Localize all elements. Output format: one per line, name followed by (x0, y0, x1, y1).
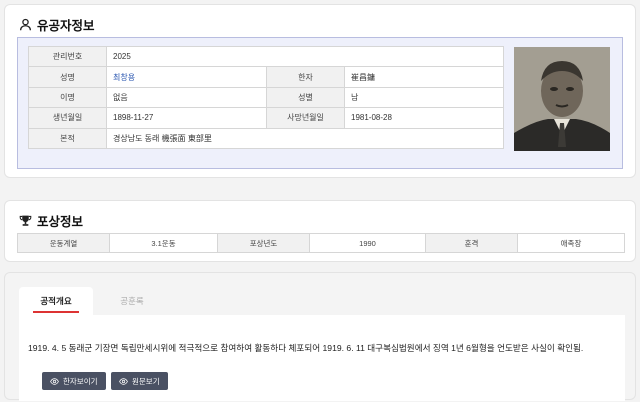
label-id: 관리번호 (28, 45, 107, 68)
value-gender: 남 (344, 86, 504, 109)
value-decoration: 애족장 (517, 233, 625, 253)
table-row: 본적 경상남도 동래 機張面 東部里 (28, 127, 504, 149)
label-movement: 운동계열 (17, 233, 110, 253)
label-decoration: 훈격 (425, 233, 518, 253)
label-gender: 성별 (266, 86, 345, 109)
label-award-year: 포상년도 (217, 233, 310, 253)
merit-tabs: 공적개요 공훈록 (19, 287, 625, 315)
view-original-label: 원문보기 (132, 376, 160, 386)
label-death: 사망년월일 (266, 107, 345, 129)
value-hanja: 崔昌鏞 (344, 66, 504, 88)
person-icon (19, 18, 32, 31)
value-death: 1981-08-28 (344, 107, 504, 129)
value-award-year: 1990 (309, 233, 426, 253)
award-info-card: 포상정보 운동계열 3.1운동 포상년도 1990 훈격 애족장 (4, 200, 636, 262)
label-birth: 생년월일 (28, 107, 107, 129)
award-info-title: 포상정보 (37, 215, 84, 229)
view-original-button[interactable]: 원문보기 (111, 372, 168, 390)
merit-content-panel (19, 315, 625, 401)
table-row: 성명 최창용 한자 崔昌鏞 (28, 66, 504, 88)
personal-info-box: 관리번호 2025 성명 최창용 한자 崔昌鏞 이명 없음 성별 남 생년월일 … (17, 37, 623, 169)
show-hanja-button[interactable]: 한자보이기 (42, 372, 106, 390)
award-table: 운동계열 3.1운동 포상년도 1990 훈격 애족장 (17, 233, 625, 253)
personal-info-heading: 유공자정보 (19, 15, 95, 34)
portrait-photo (514, 47, 610, 151)
active-tab-indicator (33, 311, 79, 313)
value-domicile: 경상남도 동래 機張面 東部里 (106, 127, 504, 149)
personal-info-card: 유공자정보 관리번호 2025 성명 최창용 한자 崔昌鏞 이명 없음 성별 남… (4, 4, 636, 178)
value-name[interactable]: 최창용 (106, 66, 267, 88)
tab-merit-record-label: 공훈록 (120, 296, 144, 306)
table-row: 이명 없음 성별 남 (28, 86, 504, 109)
value-alias: 없음 (106, 86, 267, 109)
merit-description: 1919. 4. 5 동래군 기장면 독립만세시위에 적극적으로 참여하여 활동… (28, 343, 584, 353)
value-birth: 1898-11-27 (106, 107, 267, 129)
label-alias: 이명 (28, 86, 107, 109)
table-row: 운동계열 3.1운동 포상년도 1990 훈격 애족장 (17, 233, 625, 253)
eye-icon (50, 377, 59, 385)
tab-merit-summary-label: 공적개요 (40, 296, 72, 306)
label-name: 성명 (28, 66, 107, 88)
personal-info-table: 관리번호 2025 성명 최창용 한자 崔昌鏞 이명 없음 성별 남 생년월일 … (28, 45, 504, 149)
value-movement: 3.1운동 (109, 233, 218, 253)
tab-merit-summary[interactable]: 공적개요 (19, 287, 93, 315)
value-id: 2025 (106, 45, 504, 68)
personal-info-title: 유공자정보 (37, 19, 95, 33)
show-hanja-label: 한자보이기 (63, 376, 98, 386)
table-row: 관리번호 2025 (28, 45, 504, 68)
label-domicile: 본적 (28, 127, 107, 149)
eye-icon (119, 377, 128, 385)
tab-merit-record[interactable]: 공훈록 (95, 287, 169, 315)
table-row: 생년월일 1898-11-27 사망년월일 1981-08-28 (28, 107, 504, 129)
award-info-heading: 포상정보 (19, 211, 83, 230)
label-hanja: 한자 (266, 66, 345, 88)
trophy-icon (19, 215, 32, 226)
